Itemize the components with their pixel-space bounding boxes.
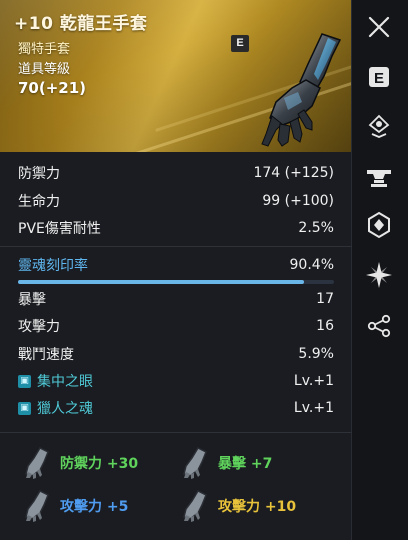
gauntlet-icon	[25, 490, 49, 522]
location-pin-icon	[368, 114, 390, 138]
stat-row-crit: 暴擊 17	[18, 288, 334, 310]
e-grade-icon: E	[369, 67, 389, 87]
action-sidebar: E	[352, 0, 408, 540]
item-name: +10 乾龍王手套	[14, 14, 148, 34]
stat-label: PVE傷害耐性	[18, 221, 101, 237]
compass-star-icon	[366, 262, 392, 288]
skill-row-focus-eye[interactable]: ▣ 集中之眼 Lv.+1	[18, 370, 334, 392]
skill-level: Lv.+1	[293, 373, 334, 389]
stat-value: 5.9%	[298, 346, 334, 362]
close-button[interactable]	[364, 12, 394, 42]
soul-engrave-value: 90.4%	[289, 257, 334, 273]
skill-label: 集中之眼	[37, 374, 93, 390]
soul-engrave-bar-fill	[18, 280, 304, 284]
soul-engrave-label: 靈魂刻印率	[18, 258, 88, 274]
close-icon	[368, 16, 390, 38]
enhance-button[interactable]	[364, 161, 394, 191]
stat-label: 防禦力	[18, 166, 60, 182]
stat-label: 生命力	[18, 194, 60, 210]
stat-label: 攻擊力	[18, 319, 60, 335]
bonus-label: 防禦力 +30	[60, 456, 139, 472]
gauntlet-icon	[183, 490, 207, 522]
stat-value: 17	[316, 291, 334, 307]
stat-row-attack: 攻擊力 16	[18, 315, 334, 337]
stat-row-combat-speed: 戰鬥速度 5.9%	[18, 343, 334, 365]
divider	[0, 246, 352, 247]
gauntlet-icon	[261, 33, 342, 147]
stat-value: 174 (+125)	[253, 165, 334, 181]
soul-engrave-row: 靈魂刻印率 90.4%	[18, 254, 334, 276]
item-level-value: 70(+21)	[18, 79, 87, 97]
skill-level: Lv.+1	[293, 400, 334, 416]
grade-info-button[interactable]: E	[364, 62, 394, 92]
bonus-defense: 防禦力 +30	[20, 446, 138, 480]
item-tooltip-panel: +10 乾龍王手套 獨特手套 道具等級 70(+21) E 防禦力 174 (+…	[0, 0, 352, 540]
soul-engrave-bar	[18, 280, 334, 284]
share-icon	[367, 314, 391, 338]
gauntlet-icon	[183, 447, 207, 479]
stat-label: 暴擊	[18, 292, 46, 308]
stat-row-defense: 防禦力 174 (+125)	[18, 162, 334, 184]
bonus-attack: 攻擊力 +5	[20, 489, 128, 523]
skill-row-hunter-soul[interactable]: ▣ 獵人之魂 Lv.+1	[18, 397, 334, 419]
svg-text:E: E	[374, 70, 384, 87]
item-header: +10 乾龍王手套 獨特手套 道具等級 70(+21) E	[0, 0, 351, 152]
skill-label: 獵人之魂	[37, 401, 93, 417]
stat-value: 2.5%	[298, 220, 334, 236]
bonus-label: 攻擊力 +5	[60, 499, 129, 515]
stat-value: 99 (+100)	[262, 193, 334, 209]
location-button[interactable]	[364, 111, 394, 141]
item-level-label: 道具等級	[18, 62, 71, 77]
soul-crest-icon	[368, 211, 390, 239]
stat-value: 16	[316, 318, 334, 334]
anvil-icon	[367, 170, 391, 187]
stat-row-pve-resist: PVE傷害耐性 2.5%	[18, 217, 334, 239]
divider	[0, 432, 352, 433]
gauntlet-icon	[25, 447, 49, 479]
stat-row-hp: 生命力 99 (+100)	[18, 190, 334, 212]
stat-label: 戰鬥速度	[18, 347, 74, 363]
bonus-label: 攻擊力 +10	[218, 499, 297, 515]
awaken-button[interactable]	[364, 260, 394, 290]
item-grade: 獨特手套	[18, 42, 71, 57]
bonus-label: 暴擊 +7	[218, 456, 273, 472]
soul-engrave-button[interactable]	[364, 210, 394, 240]
bonus-crit: 暴擊 +7	[178, 446, 272, 480]
skill-book-icon: ▣	[18, 374, 31, 388]
share-button[interactable]	[364, 311, 394, 341]
bonus-attack-set: 攻擊力 +10	[178, 489, 296, 523]
skill-book-icon: ▣	[18, 401, 31, 415]
